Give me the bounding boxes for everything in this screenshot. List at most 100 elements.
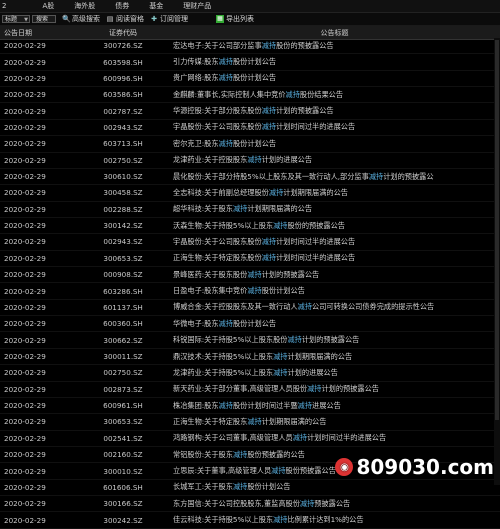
title-keyword: 减持 — [297, 400, 313, 410]
cell-title[interactable]: 正海生物:关于特定股东减持计划期限届满的公告 — [169, 417, 500, 427]
title-text: 超华科技:关于股东 — [173, 204, 233, 214]
table-row[interactable]: 2020-02-29 000908.SZ 景峰医药:关于股东股份减持计划的预披露公告 — [0, 267, 500, 284]
table-row[interactable]: 2020-02-29 300653.SZ 正海生物:关于特定股东股份减持计划时间过半… — [0, 251, 500, 268]
cell-code: 300662.SZ — [103, 335, 143, 345]
title-text: 进展公告 — [312, 400, 341, 410]
cell-title[interactable]: 华源控股:关于部分股东股份减持计划的预披露公告 — [169, 106, 500, 116]
cell-date: 2020-02-29 — [4, 515, 46, 525]
menu-item[interactable]: 海外股 — [64, 1, 105, 11]
cell-title[interactable]: 引力传媒:股东减持股份计划公告 — [169, 57, 500, 67]
cell-code: 002160.SZ — [103, 450, 143, 460]
cell-title[interactable]: 贵广网络:股东减持股份计划公告 — [169, 73, 500, 83]
title-text: 株冶集团:股东 — [173, 400, 219, 410]
table-row[interactable]: 2020-02-29 601606.SH 长城军工:关于股东减持股份计划公告 — [0, 480, 500, 497]
title-text: 佳云科技:关于持股5%以上股东 — [173, 515, 274, 525]
table-row[interactable]: 2020-02-29 603713.SH 密尔克卫:股东减持股份计划公告 — [0, 136, 500, 153]
menu-item[interactable]: 理财产品 — [173, 1, 221, 11]
title-text: 股份的预披露公告 — [287, 220, 345, 230]
cell-title[interactable]: 鸿路钢构:关于公司董事,高级管理人员减持计划时间过半的进展公告 — [169, 433, 500, 443]
scrollbar-thumb[interactable] — [495, 40, 499, 420]
cell-title[interactable]: 金麒麟:董事长,实际控制人集中竞价减持股份结果公告 — [169, 90, 500, 100]
cell-title[interactable]: 宇晶股份:关于公司股东股份减持计划时间过半的进展公告 — [169, 122, 500, 132]
cell-title[interactable]: 博威合金:关于控股股东及其一致行动人减持公司可转换公司债券完成的提示性公告 — [169, 302, 500, 312]
cell-title[interactable]: 株冶集团:股东减持股份计划时间过半暨减持进展公告 — [169, 401, 500, 411]
title-text: 股份计划公告 — [232, 73, 277, 83]
table-row[interactable]: 2020-02-29 300662.SZ 科锐国际:关于持股5%以上股东股份减持计划… — [0, 332, 500, 349]
table-row[interactable]: 2020-02-29 002873.SZ 新天药业:关于部分董事,高级管理人员股份减… — [0, 382, 500, 398]
title-text: 计划的预披露公告 — [261, 269, 320, 279]
table-row[interactable]: 2020-02-29 600996.SH 贵广网络:股东减持股份计划公告 — [0, 71, 500, 88]
cell-title[interactable]: 长城军工:关于股东减持股份计划公告 — [169, 482, 500, 492]
column-header-title[interactable]: 公告标题 — [169, 28, 500, 38]
search-input[interactable]: 搜索 — [32, 15, 56, 23]
table-row[interactable]: 2020-02-29 002750.SZ 龙津药业:关于控股股东减持计划的进展公告 — [0, 153, 500, 169]
cell-title[interactable]: 日盈电子:股东集中竞价减持股份计划公告 — [169, 286, 500, 296]
table-row[interactable]: 2020-02-29 002943.SZ 宇晶股份:关于公司股东股份减持计划时间过半… — [0, 234, 500, 251]
cell-date: 2020-02-29 — [4, 466, 46, 476]
cell-title[interactable]: 正海生物:关于特定股东股份减持计划时间过半的进展公告 — [169, 253, 500, 263]
export-button[interactable]: ▦ 导出列表 — [216, 14, 254, 24]
cell-title[interactable]: 宇晶股份:关于公司股东股份减持计划时间过半的进展公告 — [169, 237, 500, 247]
title-text: 宏达电子:关于公司部分监事 — [173, 40, 262, 50]
cell-title[interactable]: 晨化股份:关于部分持股5%以上股东及其一致行动人,部分监事减持计划的预披露公 — [169, 172, 500, 182]
table-row[interactable]: 2020-02-29 300610.SZ 晨化股份:关于部分持股5%以上股东及其一致… — [0, 169, 500, 186]
cell-date: 2020-02-29 — [4, 450, 46, 460]
title-keyword: 减持 — [307, 384, 322, 394]
title-text: 计划的预披露公告 — [276, 106, 334, 116]
cell-title[interactable]: 宏达电子:关于公司部分监事减持股份的预披露公告 — [169, 41, 500, 51]
cell-title[interactable]: 鼎汉技术:关于持股5%以上股东减持计划期限届满的公告 — [169, 352, 500, 362]
cell-title[interactable]: 密尔克卫:股东减持股份计划公告 — [169, 139, 500, 149]
table-row[interactable]: 2020-02-29 603598.SH 引力传媒:股东减持股份计划公告 — [0, 54, 500, 71]
table-row[interactable]: 2020-02-29 300011.SZ 鼎汉技术:关于持股5%以上股东减持计划期限… — [0, 349, 500, 366]
cell-code: 002943.SZ — [103, 237, 143, 247]
cell-title[interactable]: 景峰医药:关于股东股份减持计划的预披露公告 — [169, 270, 500, 280]
advanced-search-button[interactable]: 🔍 高级搜索 — [62, 14, 100, 24]
vertical-scrollbar[interactable] — [494, 38, 500, 485]
table-row[interactable]: 2020-02-29 300458.SZ 全志科技:关于前副总经理股份减持计划期限届… — [0, 185, 500, 202]
table-row[interactable]: 2020-02-29 600961.SH 株冶集团:股东减持股份计划时间过半暨减持进… — [0, 398, 500, 415]
table-row[interactable]: 2020-02-29 603586.SH 金麒麟:董事长,实际控制人集中竞价减持股份… — [0, 87, 500, 104]
title-text: 股份结果公告 — [299, 89, 344, 99]
search-icon: 🔍 — [62, 15, 71, 23]
column-header-code[interactable]: 证券代码 — [77, 28, 169, 38]
table-row[interactable]: 2020-02-29 002943.SZ 宇晶股份:关于公司股东股份减持计划时间过半… — [0, 120, 500, 137]
cell-title[interactable]: 东方国信:关于公司控股股东,董监高股份减持预披露公告 — [169, 499, 500, 509]
menu-item[interactable]: 2 — [0, 2, 32, 10]
cell-title[interactable]: 佳云科技:关于持股5%以上股东减持比例累计达到1%的公告 — [169, 515, 500, 525]
table-row[interactable]: 2020-02-29 300166.SZ 东方国信:关于公司控股股东,董监高股份减持… — [0, 496, 500, 513]
table-row[interactable]: 2020-02-29 601137.SH 博威合金:关于控股股东及其一致行动人减持公… — [0, 300, 500, 317]
export-label: 导出列表 — [226, 15, 254, 23]
table-row[interactable]: 2020-02-29 002288.SZ 超华科技:关于股东减持计划期限届满的公告 — [0, 202, 500, 218]
table-row[interactable]: 2020-02-29 002787.SZ 华源控股:关于部分股东股份减持计划的预披露… — [0, 103, 500, 120]
table-row[interactable]: 2020-02-29 300653.SZ 正海生物:关于特定股东减持计划期限届满的公… — [0, 414, 500, 431]
title-text: 鼎汉技术:关于持股5%以上股东 — [173, 351, 274, 361]
title-keyword: 减持 — [247, 416, 262, 426]
cell-title[interactable]: 新天药业:关于部分董事,高级管理人员股份减持计划的预披露公告 — [169, 384, 500, 394]
column-header-date[interactable]: 公告日期 — [0, 28, 77, 38]
table-row[interactable]: 2020-02-29 300726.SZ 宏达电子:关于公司部分监事减持股份的预披露… — [0, 38, 500, 55]
table-row[interactable]: 2020-02-29 600360.SH 华微电子:股东减持股份计划公告 — [0, 316, 500, 333]
table-row[interactable]: 2020-02-29 300142.SZ 沃森生物:关于持股5%以上股东减持股份的预… — [0, 218, 500, 235]
cell-title[interactable]: 沃森生物:关于持股5%以上股东减持股份的预披露公告 — [169, 221, 500, 231]
table-row[interactable]: 2020-02-29 002750.SZ 龙津药业:关于持股5%以上股东减持计划的进… — [0, 365, 500, 382]
cell-title[interactable]: 全志科技:关于前副总经理股份减持计划期限届满的公告 — [169, 188, 500, 198]
table-row[interactable]: 2020-02-29 603286.SH 日盈电子:股东集中竞价减持股份计划公告 — [0, 283, 500, 300]
subscribe-button[interactable]: ✚ 订阅管理 — [150, 14, 188, 24]
cell-code: 600996.SH — [103, 73, 143, 83]
cell-title[interactable]: 龙津药业:关于控股股东减持计划的进展公告 — [169, 155, 500, 165]
table-row[interactable]: 2020-02-29 002541.SZ 鸿路钢构:关于公司董事,高级管理人员减持计… — [0, 431, 500, 447]
cell-date: 2020-02-29 — [4, 335, 46, 345]
title-keyword: 减持 — [232, 449, 248, 459]
menu-item[interactable]: A股 — [32, 1, 64, 11]
cell-title[interactable]: 龙津药业:关于持股5%以上股东减持计划的进展公告 — [169, 368, 500, 378]
search-field-select[interactable]: 标题 ▼ — [2, 15, 30, 23]
cell-title[interactable]: 华微电子:股东减持股份计划公告 — [169, 319, 500, 329]
title-keyword: 减持 — [218, 400, 233, 410]
title-text: 正海生物:关于特定股东股份 — [173, 253, 262, 263]
menu-item[interactable]: 债券 — [105, 1, 139, 11]
menu-item[interactable]: 基金 — [139, 1, 173, 11]
cell-title[interactable]: 超华科技:关于股东减持计划期限届满的公告 — [169, 204, 500, 214]
cell-title[interactable]: 科锐国际:关于持股5%以上股东股份减持计划的预披露公告 — [169, 335, 500, 345]
table-row[interactable]: 2020-02-29 300242.SZ 佳云科技:关于持股5%以上股东减持比例累计… — [0, 512, 500, 529]
reading-pane-button[interactable]: ▤ 阅读窗格 — [106, 14, 144, 24]
